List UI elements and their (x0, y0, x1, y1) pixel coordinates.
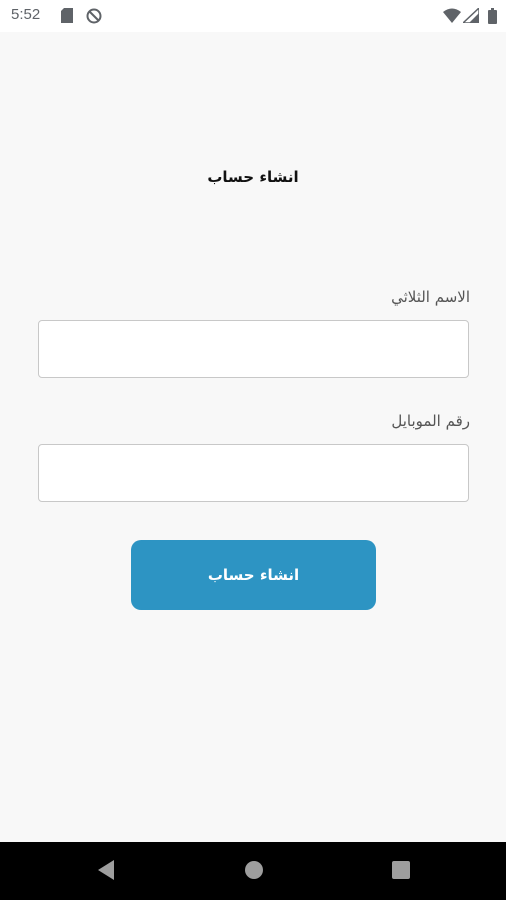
mobile-number-label: رقم الموبايل (391, 412, 470, 430)
status-time: 5:52 (11, 6, 41, 23)
status-bar: 5:52 (0, 0, 506, 32)
navigation-bar (0, 842, 506, 900)
full-name-label: الاسم الثلاثي (391, 288, 470, 306)
home-icon[interactable] (244, 859, 264, 885)
page-title: انشاء حساب (207, 168, 299, 186)
full-name-field[interactable] (38, 320, 469, 378)
wifi-icon (443, 8, 461, 28)
sim-card-icon (61, 8, 73, 28)
back-icon[interactable] (96, 859, 116, 885)
do-not-disturb-icon (86, 8, 102, 29)
battery-icon (488, 8, 497, 29)
cell-signal-icon (461, 6, 480, 28)
recents-icon[interactable] (391, 859, 411, 885)
create-account-button[interactable]: انشاء حساب (131, 540, 376, 610)
mobile-number-field[interactable] (38, 444, 469, 502)
